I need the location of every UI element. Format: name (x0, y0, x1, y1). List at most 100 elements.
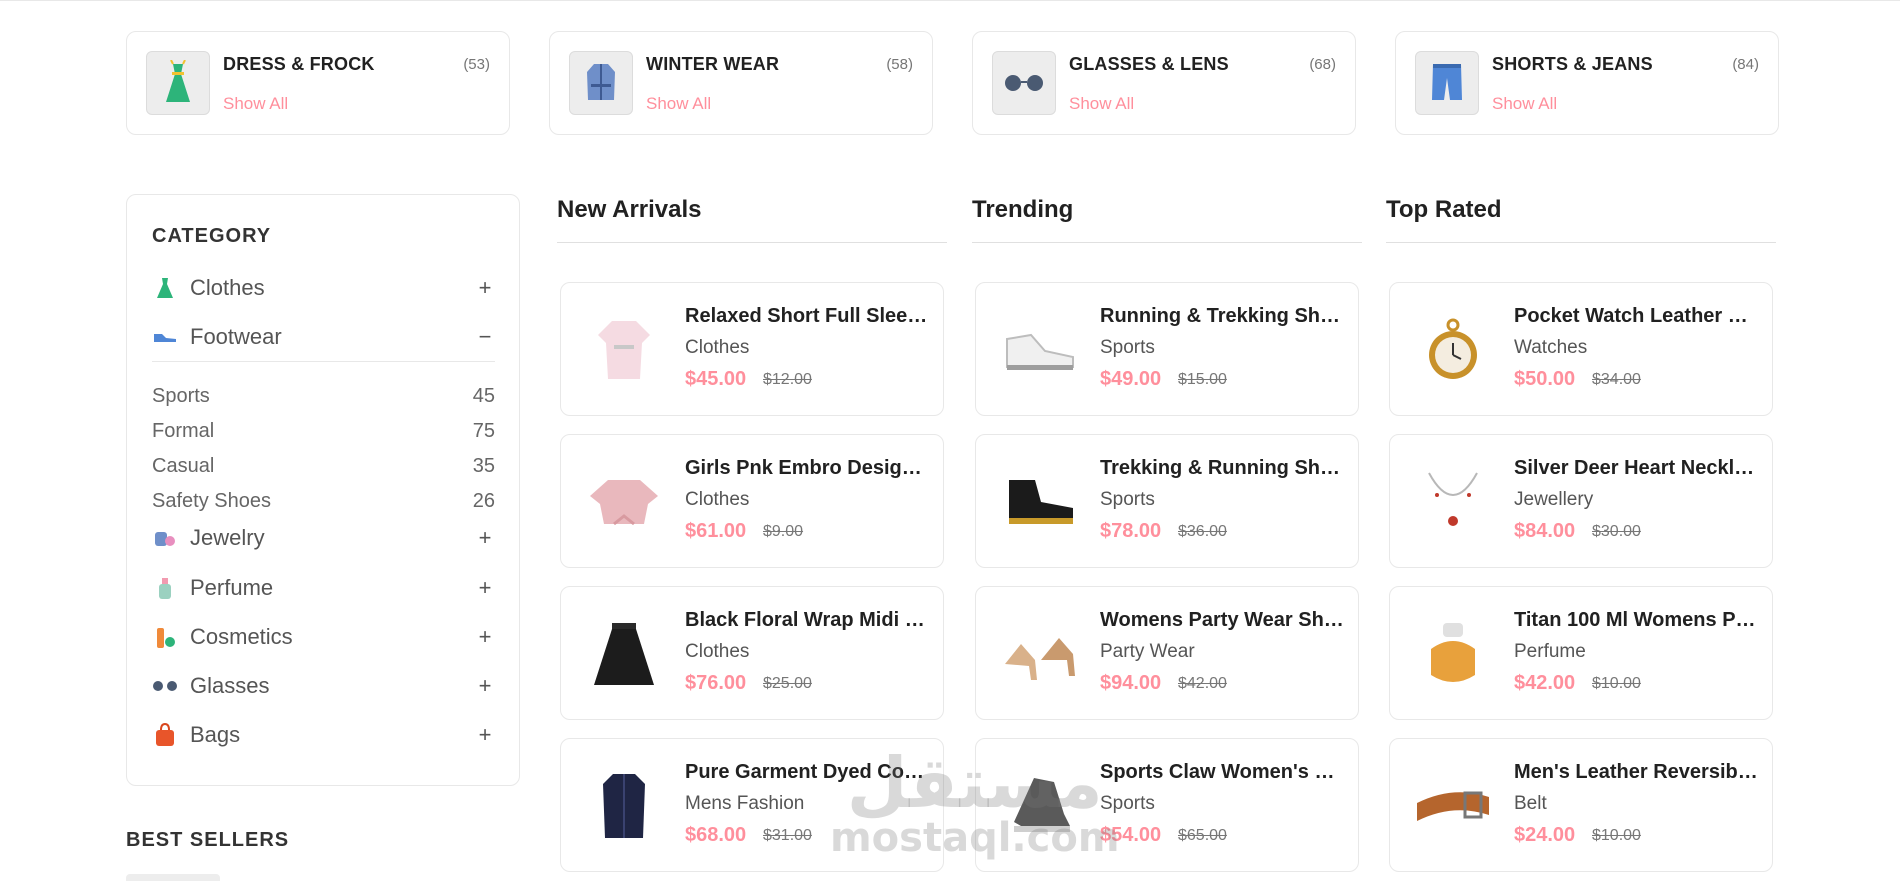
product-card[interactable]: Womens Party Wear Shoes Party Wear $94.0… (975, 586, 1359, 720)
sidebar-item-label: Cosmetics (190, 624, 293, 649)
category-card-glasses[interactable]: GLASSES & LENS (68) Show All (972, 31, 1356, 135)
glasses-icon (152, 673, 178, 699)
sidebar-item-cosmetics[interactable]: Cosmetics + (152, 622, 495, 652)
product-name[interactable]: Silver Deer Heart Necklace (1514, 457, 1759, 480)
watermark-latin: mostaql.com (830, 815, 1120, 861)
product-price: $50.00 (1514, 368, 1576, 390)
product-old-price: $15.00 (1178, 371, 1227, 388)
show-all-link[interactable]: Show All (1492, 94, 1557, 114)
product-name[interactable]: Relaxed Short Full Sleeve T-Shirt (685, 305, 930, 328)
show-all-link[interactable]: Show All (646, 94, 711, 114)
top-icon (579, 457, 669, 547)
perfume-icon (1408, 609, 1498, 699)
product-old-price: $10.00 (1592, 675, 1641, 692)
category-count: (58) (886, 56, 913, 73)
product-card[interactable]: Titan 100 Ml Womens Perfume Perfume $42.… (1389, 586, 1773, 720)
expand-icon[interactable]: + (475, 624, 495, 650)
product-price: $45.00 (685, 368, 747, 390)
sneaker-icon (994, 305, 1084, 395)
expand-icon[interactable]: + (475, 275, 495, 301)
product-name[interactable]: Running & Trekking Shoes - White (1100, 305, 1345, 328)
category-title: WINTER WEAR (646, 54, 780, 74)
column-divider (1386, 242, 1776, 243)
watermark: مستقل mostaql.com (830, 748, 1120, 858)
sidebar-subitem-sports[interactable]: Sports 45 (152, 385, 495, 409)
top-divider (0, 0, 1900, 1)
category-card-winter[interactable]: WINTER WEAR (58) Show All (549, 31, 933, 135)
product-name[interactable]: Titan 100 Ml Womens Perfume (1514, 609, 1759, 632)
sidebar-title: CATEGORY (152, 225, 272, 247)
product-price: $94.00 (1100, 672, 1162, 694)
product-old-price: $65.00 (1178, 827, 1227, 844)
product-name[interactable]: Pocket Watch Leather Pouch (1514, 305, 1759, 328)
dress-icon (152, 275, 178, 301)
product-card[interactable]: Trekking & Running Shoes - black Sports … (975, 434, 1359, 568)
category-count: (53) (463, 56, 490, 73)
product-card[interactable]: Running & Trekking Shoes - White Sports … (975, 282, 1359, 416)
sidebar-subitem-safety-shoes[interactable]: Safety Shoes 26 (152, 490, 495, 514)
column-trending: Trending Running & Trekking Shoes - Whit… (972, 196, 1362, 872)
product-old-price: $34.00 (1592, 371, 1641, 388)
product-card[interactable]: Pocket Watch Leather Pouch Watches $50.0… (1389, 282, 1773, 416)
sidebar-item-label: Bags (190, 722, 241, 747)
sidebar-item-label: Perfume (190, 575, 274, 600)
product-card[interactable]: Silver Deer Heart Necklace Jewellery $84… (1389, 434, 1773, 568)
product-old-price: $42.00 (1178, 675, 1227, 692)
expand-icon[interactable]: + (475, 525, 495, 551)
product-name[interactable]: Sports Claw Women's Shoes (1100, 761, 1345, 784)
column-new-arrivals: New Arrivals Relaxed Short Full Sleeve T… (557, 196, 947, 872)
subitem-label: Formal (152, 420, 215, 442)
product-card[interactable]: Relaxed Short Full Sleeve T-Shirt Clothe… (560, 282, 944, 416)
collapse-icon[interactable]: − (475, 324, 495, 350)
sidebar-item-perfume[interactable]: Perfume + (152, 573, 495, 603)
show-all-link[interactable]: Show All (223, 94, 288, 114)
category-title: SHORTS & JEANS (1492, 54, 1653, 74)
category-card-shorts[interactable]: SHORTS & JEANS (84) Show All (1395, 31, 1779, 135)
product-card[interactable]: Men's Leather Reversible Belt Belt $24.0… (1389, 738, 1773, 872)
expand-icon[interactable]: + (475, 722, 495, 748)
belt-icon (1408, 761, 1498, 851)
product-category: Clothes (685, 337, 750, 358)
product-old-price: $30.00 (1592, 523, 1641, 540)
subitem-label: Safety Shoes (152, 490, 271, 512)
column-divider (557, 242, 947, 243)
product-old-price: $25.00 (763, 675, 812, 692)
sidebar-item-clothes[interactable]: Clothes + (152, 273, 495, 303)
sidebar-subitem-formal[interactable]: Formal 75 (152, 420, 495, 444)
show-all-link[interactable]: Show All (1069, 94, 1134, 114)
product-card[interactable]: Black Floral Wrap Midi Skirt Clothes $76… (560, 586, 944, 720)
expand-icon[interactable]: + (475, 673, 495, 699)
expand-icon[interactable]: + (475, 575, 495, 601)
sidebar-item-bags[interactable]: Bags + (152, 720, 495, 750)
sidebar-divider (152, 361, 495, 362)
sidebar-item-jewelry[interactable]: Jewelry + (152, 523, 495, 553)
product-name[interactable]: Girls Pnk Embro Design Top (685, 457, 930, 480)
product-price: $78.00 (1100, 520, 1162, 542)
sidebar-item-label: Jewelry (190, 525, 265, 550)
sidebar-item-footwear[interactable]: Footwear − (152, 322, 495, 352)
product-category: Clothes (685, 641, 750, 662)
sidebar-item-glasses[interactable]: Glasses + (152, 671, 495, 701)
watermark-arabic: مستقل (846, 742, 1103, 824)
column-title: New Arrivals (557, 196, 702, 223)
product-price: $61.00 (685, 520, 747, 542)
sidebar-subitem-casual[interactable]: Casual 35 (152, 455, 495, 479)
product-name[interactable]: Men's Leather Reversible Belt (1514, 761, 1759, 784)
category-card-dress[interactable]: DRESS & FROCK (53) Show All (126, 31, 510, 135)
subitem-count: 35 (472, 455, 495, 477)
product-category: Sports (1100, 489, 1155, 510)
category-count: (68) (1309, 56, 1336, 73)
watch-icon (1408, 305, 1498, 395)
product-name[interactable]: Black Floral Wrap Midi Skirt (685, 609, 930, 632)
product-name[interactable]: Womens Party Wear Shoes (1100, 609, 1345, 632)
product-name[interactable]: Trekking & Running Shoes - black (1100, 457, 1345, 480)
product-card[interactable]: Girls Pnk Embro Design Top Clothes $61.0… (560, 434, 944, 568)
heel-icon (994, 609, 1084, 699)
product-price: $84.00 (1514, 520, 1576, 542)
product-old-price: $31.00 (763, 827, 812, 844)
best-sellers-title: BEST SELLERS (126, 829, 290, 851)
shoe-icon (152, 324, 178, 350)
sidebar-item-label: Clothes (190, 275, 265, 300)
subitem-label: Casual (152, 455, 215, 477)
category-count: (84) (1732, 56, 1759, 73)
